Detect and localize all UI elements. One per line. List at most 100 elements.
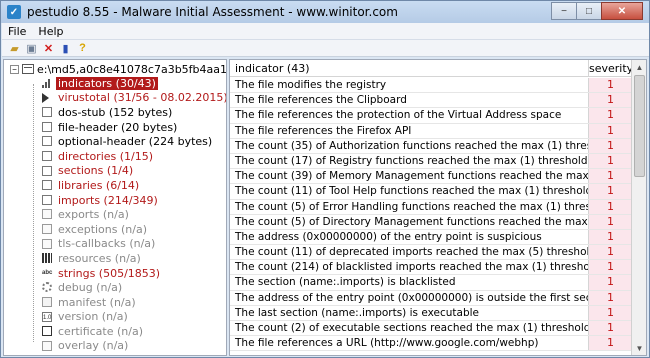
- vertical-scrollbar[interactable]: ▲ ▼: [631, 60, 646, 355]
- tree-item-label: dos-stub (152 bytes): [58, 105, 173, 119]
- title-bar: ✓ pestudio 8.55 - Malware Initial Assess…: [1, 1, 649, 23]
- help-icon[interactable]: ?: [76, 42, 89, 55]
- indicator-cell: The file references the Clipboard: [230, 93, 589, 108]
- table-row[interactable]: The count (11) of Tool Help functions re…: [230, 184, 632, 200]
- certificate-icon: [42, 326, 52, 337]
- table-row[interactable]: The file references a URL (http://www.go…: [230, 336, 632, 352]
- tree-item[interactable]: dos-stub (152 bytes): [4, 105, 226, 120]
- scroll-up-icon[interactable]: ▲: [632, 60, 646, 74]
- tree-item[interactable]: tls-callbacks (n/a): [4, 237, 226, 252]
- save-icon[interactable]: ▣: [25, 42, 38, 55]
- tree-item[interactable]: sections (1/4): [4, 164, 226, 179]
- indicator-cell: The count (2) of executable sections rea…: [230, 321, 589, 336]
- tree-item[interactable]: overlay (n/a): [4, 339, 226, 354]
- tree-item-label: version (n/a): [58, 310, 128, 324]
- indicator-cell: The file references a URL (http://www.go…: [230, 336, 589, 351]
- tree-item[interactable]: file-header (20 bytes): [4, 120, 226, 135]
- tree-item-label: manifest (n/a): [58, 295, 136, 309]
- menu-help[interactable]: Help: [32, 25, 69, 38]
- table-row[interactable]: The count (35) of Authorization function…: [230, 138, 632, 154]
- collapse-icon[interactable]: −: [10, 64, 19, 74]
- toolbar: ▰ ▣ ✕ ▮ ?: [2, 40, 649, 57]
- tree-item[interactable]: manifest (n/a): [4, 295, 226, 310]
- table-row[interactable]: The count (39) of Memory Management func…: [230, 169, 632, 185]
- tree-item-label: optional-header (224 bytes): [58, 135, 213, 149]
- tree-item[interactable]: directories (1/15): [4, 149, 226, 164]
- tree-item-label: exceptions (n/a): [58, 222, 147, 236]
- indicator-cell: The address of the entry point (0x000000…: [230, 290, 589, 305]
- indicator-cell: The count (214) of blacklisted imports r…: [230, 260, 589, 275]
- column-header-indicator[interactable]: indicator (43): [230, 60, 589, 77]
- table-row[interactable]: The file references the Clipboard 1: [230, 93, 632, 109]
- table-row[interactable]: The count (11) of deprecated imports rea…: [230, 245, 632, 261]
- severity-cell: 1: [589, 199, 632, 214]
- tree-panel[interactable]: − e:\md5,a0c8e41078c7a3b5fb4aa1179663a32…: [3, 59, 227, 356]
- table-row[interactable]: The count (17) of Registry functions rea…: [230, 153, 632, 170]
- tree-item[interactable]: resources (n/a): [4, 251, 226, 266]
- node-icon: [42, 165, 52, 176]
- minimize-button[interactable]: −: [551, 2, 577, 20]
- table-row[interactable]: The file modifies the registry 1: [230, 78, 632, 94]
- table-row[interactable]: The file references the protection of th…: [230, 108, 632, 124]
- tree-item-label: debug (n/a): [58, 281, 123, 295]
- severity-cell: 1: [589, 260, 632, 275]
- tree-item-label: strings (505/1853): [58, 266, 161, 280]
- strings-icon: abc: [42, 269, 53, 276]
- resources-icon: [42, 253, 52, 264]
- delete-icon[interactable]: ✕: [42, 42, 55, 55]
- tree-item[interactable]: imports (214/349): [4, 193, 226, 208]
- tree-item[interactable]: virustotal (31/56 - 08.02.2015): [4, 91, 227, 106]
- severity-cell: 1: [589, 321, 632, 336]
- table-row[interactable]: The last section (name:.imports) is exec…: [230, 305, 632, 321]
- tree-root[interactable]: − e:\md5,a0c8e41078c7a3b5fb4aa1179663a32: [10, 62, 227, 76]
- indicator-cell: The file references the Firefox API: [230, 123, 589, 138]
- indicator-cell: The address (0x00000000) of the entry po…: [230, 229, 589, 245]
- severity-cell: 1: [589, 290, 632, 305]
- tree-list: indicators (30/43) virustotal (31/56 - 08…: [4, 76, 227, 354]
- tree-item[interactable]: indicators (30/43): [4, 76, 226, 91]
- tree-item[interactable]: exceptions (n/a): [4, 222, 226, 237]
- indicator-cell: The file modifies the registry: [230, 78, 589, 93]
- table-row[interactable]: The count (5) of Error Handling function…: [230, 199, 632, 215]
- severity-cell: 1: [589, 214, 632, 229]
- table-row[interactable]: The count (214) of blacklisted imports r…: [230, 260, 632, 276]
- scroll-down-icon[interactable]: ▼: [632, 341, 646, 355]
- version-icon: 1.0: [42, 311, 52, 322]
- table-row[interactable]: The count (2) of executable sections rea…: [230, 321, 632, 337]
- table-row[interactable]: The section (name:.imports) is blacklist…: [230, 275, 632, 291]
- tree-item[interactable]: certificate (n/a): [4, 324, 226, 339]
- indicator-cell: The count (11) of deprecated imports rea…: [230, 245, 589, 260]
- tree-item-label: libraries (6/14): [58, 178, 140, 192]
- close-button[interactable]: ✕: [601, 2, 643, 20]
- debug-icon: [42, 282, 52, 293]
- manifest-icon: [42, 296, 52, 307]
- indicator-cell: The section (name:.imports) is blacklist…: [230, 275, 589, 290]
- tree-item-label: virustotal (31/56 - 08.02.2015): [58, 91, 227, 105]
- tree-item[interactable]: abc strings (505/1853): [4, 266, 226, 281]
- tree-item[interactable]: exports (n/a): [4, 207, 226, 222]
- open-icon[interactable]: ▰: [8, 42, 21, 55]
- indicator-cell: The count (5) of Directory Management fu…: [230, 214, 589, 229]
- tree-item[interactable]: libraries (6/14): [4, 178, 226, 193]
- book-icon[interactable]: ▮: [59, 42, 72, 55]
- table-row[interactable]: The file references the Firefox API 1: [230, 123, 632, 139]
- tree-item[interactable]: 1.0 version (n/a): [4, 310, 226, 325]
- severity-cell: 1: [589, 78, 632, 93]
- column-header-severity[interactable]: severity: [589, 60, 633, 77]
- tree-item[interactable]: debug (n/a): [4, 280, 226, 295]
- table-row[interactable]: The address (0x00000000) of the entry po…: [230, 229, 632, 246]
- tree-item-label: imports (214/349): [58, 193, 158, 207]
- table-row[interactable]: The address of the entry point (0x000000…: [230, 290, 632, 306]
- tree-item[interactable]: optional-header (224 bytes): [4, 134, 226, 149]
- scroll-thumb[interactable]: [634, 75, 645, 177]
- indicator-grid[interactable]: indicator (43) severity The file modifie…: [229, 59, 647, 356]
- table-row[interactable]: The count (5) of Directory Management fu…: [230, 214, 632, 230]
- node-empty-icon: [42, 340, 52, 351]
- tree-item-label: overlay (n/a): [58, 339, 129, 353]
- menu-file[interactable]: File: [2, 25, 32, 38]
- node-icon: [42, 121, 52, 132]
- maximize-button[interactable]: □: [576, 2, 602, 20]
- tree-item-label: indicators (30/43): [56, 76, 158, 90]
- tree-item-label: resources (n/a): [58, 251, 141, 265]
- tree-root-label: e:\md5,a0c8e41078c7a3b5fb4aa1179663a32: [37, 62, 227, 76]
